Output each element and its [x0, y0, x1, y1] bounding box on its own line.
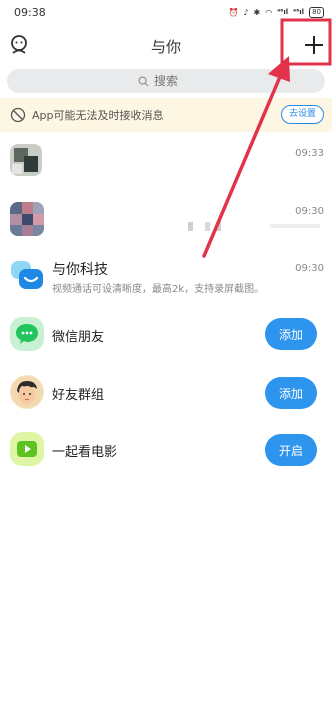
bluetooth-icon: ✱: [253, 7, 261, 17]
alarm-icon: ⏰: [228, 7, 239, 17]
search-input[interactable]: [154, 74, 194, 88]
chat-time: 09:30: [295, 206, 324, 217]
blurred-preview: [216, 222, 221, 231]
wechat-bubble-icon: [10, 317, 44, 351]
search-icon: [138, 75, 149, 87]
status-icons: ⏰ ♪ ✱ ◠ ⁴⁶ıl ⁴⁶ıl 80: [228, 6, 324, 18]
add-group-button[interactable]: 添加: [265, 377, 317, 409]
chat-time: 09:30: [295, 263, 324, 274]
message-preview: 视频通话可设清晰度，最高2k，支持录屏截图。: [52, 284, 265, 295]
battery-icon: 80: [309, 6, 324, 18]
enable-movie-button[interactable]: 开启: [265, 434, 317, 466]
plus-icon[interactable]: [302, 33, 326, 57]
official-chat-icon: [11, 261, 43, 289]
wifi-icon: ◠: [265, 7, 273, 17]
blurred-preview: [205, 222, 210, 231]
chat-time: 09:33: [295, 148, 324, 159]
go-settings-button[interactable]: 去设置: [280, 105, 324, 124]
page-title: 与你: [150, 38, 181, 56]
feature-label: 一起看电影: [52, 445, 118, 460]
avatar: [10, 144, 42, 176]
signal-icon-b: ⁴⁶ıl: [293, 8, 305, 16]
chat-row[interactable]: 09:33: [0, 138, 332, 186]
contact-name: 与你科技: [52, 262, 108, 278]
notice-text: App可能无法及时接收消息: [32, 109, 164, 122]
chat-row[interactable]: 09:30: [0, 198, 332, 250]
feature-row-movie: 一起看电影 开启: [0, 425, 332, 475]
chat-row-official[interactable]: 与你科技 视频通话可设清晰度，最高2k，支持录屏截图。 09:30: [0, 255, 332, 303]
add-wechat-friend-button[interactable]: 添加: [265, 318, 317, 350]
signal-icon-a: ⁴⁶ıl: [277, 8, 289, 16]
movie-play-icon: [10, 432, 44, 466]
notification-off-icon: [10, 107, 26, 123]
status-bar: 09:38 ⏰ ♪ ✱ ◠ ⁴⁶ıl ⁴⁶ıl 80: [0, 0, 332, 24]
feature-label: 好友群组: [52, 388, 105, 403]
feature-row-group: 好友群组 添加: [0, 368, 332, 418]
search-bar[interactable]: [7, 69, 325, 93]
feature-row-wechat: 微信朋友 添加: [0, 310, 332, 360]
feature-label: 微信朋友: [52, 330, 105, 345]
group-avatar-icon: [10, 375, 44, 409]
blurred-preview: [188, 222, 193, 231]
blurred-preview: [270, 224, 320, 228]
mute-icon: ♪: [243, 7, 249, 17]
notification-warning-banner: App可能无法及时接收消息 去设置: [0, 98, 332, 132]
header: 与你: [0, 26, 332, 66]
avatar: [10, 202, 44, 236]
status-time: 09:38: [14, 5, 46, 19]
